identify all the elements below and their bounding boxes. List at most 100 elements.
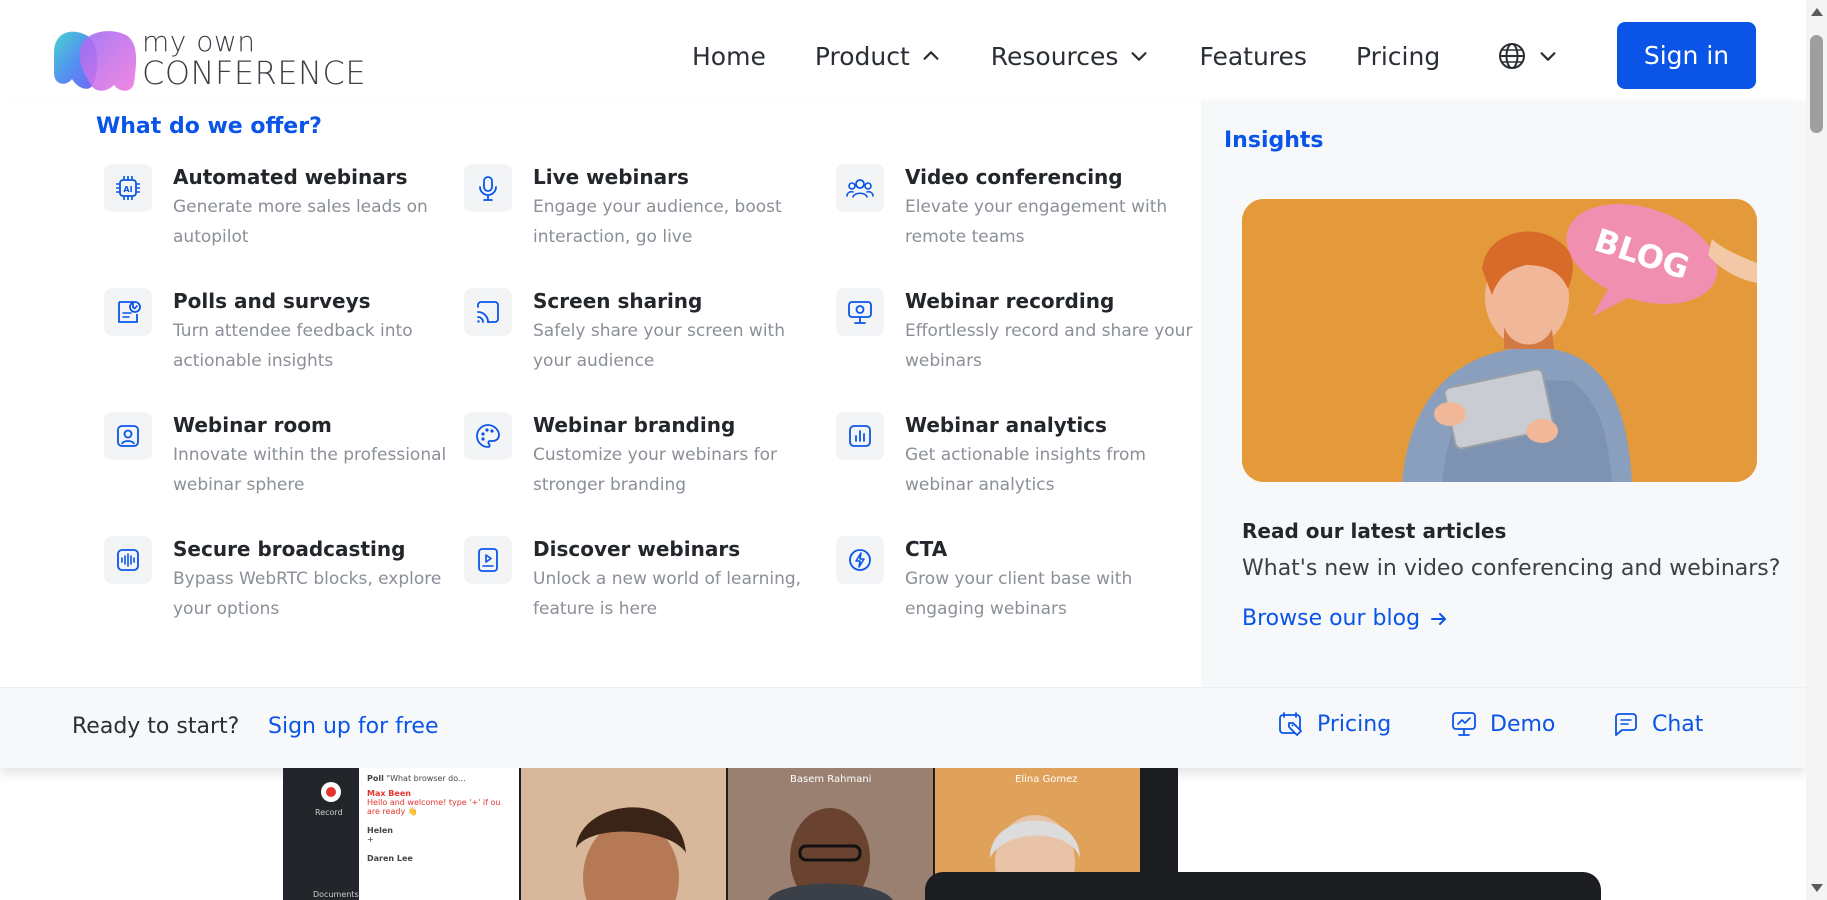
nav-features[interactable]: Features — [1199, 42, 1307, 71]
scroll-up-arrow-icon[interactable] — [1811, 8, 1823, 16]
record-icon — [321, 782, 341, 802]
scroll-thumb[interactable] — [1810, 35, 1823, 133]
video-tile: Basem Rahmani — [728, 768, 933, 900]
feature-title: Polls and surveys — [173, 289, 371, 313]
logo-mark-icon — [50, 23, 138, 93]
sign-up-link[interactable]: Sign up for free — [268, 714, 439, 739]
nav-product[interactable]: Product — [815, 42, 942, 71]
logo[interactable]: my own CONFERENCE — [50, 22, 370, 94]
poll-question: "What browser do... — [386, 774, 466, 783]
footer-pricing-link[interactable]: Pricing — [1277, 710, 1391, 738]
nav-home[interactable]: Home — [692, 42, 766, 71]
chat-name: Daren Lee — [367, 854, 413, 863]
feature-card[interactable]: CTA Grow your client base with engaging … — [836, 536, 1186, 636]
lightning-icon — [836, 536, 884, 584]
ready-text: Ready to start? — [72, 714, 240, 739]
footer-chat-link[interactable]: Chat — [1612, 710, 1703, 738]
feature-desc: Turn attendee feedback into actionable i… — [173, 321, 413, 371]
feature-desc: Safely share your screen with your audie… — [533, 321, 785, 371]
arrow-right-icon — [1431, 612, 1447, 625]
language-selector[interactable] — [1497, 41, 1559, 71]
footer-demo-link[interactable]: Demo — [1450, 710, 1555, 738]
feature-desc: Effortlessly record and share your webin… — [905, 321, 1193, 371]
site-header: my own CONFERENCE Home Product Resources… — [0, 0, 1806, 110]
feature-card[interactable]: Screen sharing Safely share your screen … — [464, 288, 814, 388]
feature-desc: Elevate your engagement with remote team… — [905, 197, 1168, 247]
nav-product-label: Product — [814, 41, 910, 71]
palette-icon — [464, 412, 512, 460]
nav-resources-label: Resources — [990, 41, 1119, 71]
insights-panel: Insights BLOG Read our latest articles W… — [1201, 100, 1806, 687]
feature-card[interactable]: Secure broadcasting Bypass WebRTC blocks… — [104, 536, 454, 636]
nav-resources[interactable]: Resources — [991, 42, 1151, 71]
feature-title: CTA — [905, 537, 948, 561]
documents-label: Documents — [313, 890, 359, 899]
feature-desc: Generate more sales leads on autopilot — [173, 197, 428, 247]
feature-desc: Get actionable insights from webinar ana… — [905, 445, 1146, 495]
chevron-down-icon — [1131, 52, 1147, 61]
analytics-icon — [836, 412, 884, 460]
globe-icon — [1499, 43, 1526, 69]
feature-card[interactable]: AI Automated webinars Generate more sale… — [104, 164, 454, 264]
feature-desc: Unlock a new world of learning, feature … — [533, 569, 802, 619]
sign-in-button[interactable]: Sign in — [1617, 22, 1756, 89]
main-nav: Home Product Resources Features Pricing — [692, 34, 1559, 78]
feature-card[interactable]: Webinar analytics Get actionable insight… — [836, 412, 1186, 512]
user-frame-icon — [104, 412, 152, 460]
page-scrollbar[interactable] — [1806, 0, 1827, 900]
feature-title: Webinar room — [173, 413, 332, 437]
feature-desc: Grow your client base with engaging webi… — [905, 569, 1133, 619]
feature-title: Screen sharing — [533, 289, 703, 313]
feature-card[interactable]: Polls and surveys Turn attendee feedback… — [104, 288, 454, 388]
record-monitor-icon — [836, 288, 884, 336]
participant-name: Elina Gomez — [1015, 774, 1078, 785]
feature-card[interactable]: Webinar branding Customize your webinars… — [464, 412, 814, 512]
feature-desc: Engage your audience, boost interaction,… — [533, 197, 782, 247]
play-card-icon — [464, 536, 512, 584]
cast-icon — [464, 288, 512, 336]
chat-text: Hello and welcome! type '+' if ou are re… — [367, 798, 501, 816]
feature-card[interactable]: Webinar room Innovate within the profess… — [104, 412, 454, 512]
feature-title: Secure broadcasting — [173, 537, 406, 561]
feature-card[interactable]: Discover webinars Unlock a new world of … — [464, 536, 814, 636]
feature-card[interactable]: Live webinars Engage your audience, boos… — [464, 164, 814, 264]
browse-blog-link[interactable]: Browse our blog — [1242, 606, 1448, 631]
feature-card[interactable]: Video conferencing Elevate your engageme… — [836, 164, 1186, 264]
participant-name: Basem Rahmani — [790, 774, 872, 785]
offer-title: What do we offer? — [96, 114, 322, 139]
dropdown-footer: Ready to start? Sign up for free Pricing… — [0, 687, 1806, 768]
footer-demo-label: Demo — [1490, 711, 1556, 737]
feature-desc: Innovate within the professional webinar… — [173, 445, 447, 495]
feature-desc: Customize your webinars for stronger bra… — [533, 445, 777, 495]
presentation-icon — [1452, 712, 1476, 736]
phone-mockup — [925, 872, 1601, 900]
chevron-up-icon — [923, 51, 939, 60]
ai-chip-icon: AI — [104, 164, 152, 212]
logo-line2: CONFERENCE — [142, 53, 367, 92]
poll-label: Poll — [367, 774, 384, 783]
feature-title: Live webinars — [533, 165, 689, 189]
scroll-down-arrow-icon[interactable] — [1811, 884, 1823, 892]
feature-title: Discover webinars — [533, 537, 741, 561]
read-title: Read our latest articles — [1242, 519, 1507, 543]
price-tag-icon — [1279, 712, 1302, 736]
broadcast-icon — [104, 536, 152, 584]
feature-title: Automated webinars — [173, 165, 408, 189]
video-tile — [521, 768, 726, 900]
preview-chat: Poll "What browser do... Max Been Hello … — [359, 768, 519, 900]
read-subtitle: What's new in video conferencing and web… — [1242, 556, 1781, 581]
chat-name: Max Been — [367, 789, 411, 798]
chat-text: + — [367, 835, 374, 844]
feature-card[interactable]: Webinar recording Effortlessly record an… — [836, 288, 1192, 388]
footer-chat-label: Chat — [1652, 711, 1704, 737]
record-label: Record — [315, 808, 343, 817]
feature-title: Webinar recording — [905, 289, 1115, 313]
blog-image[interactable]: BLOG — [1242, 199, 1757, 482]
microphone-icon — [464, 164, 512, 212]
feature-title: Webinar branding — [533, 413, 736, 437]
product-dropdown: What do we offer? AI Automated webinars … — [0, 100, 1806, 768]
feature-desc: Bypass WebRTC blocks, explore your optio… — [173, 569, 442, 619]
nav-pricing[interactable]: Pricing — [1356, 42, 1440, 71]
poll-icon — [104, 288, 152, 336]
svg-text:AI: AI — [123, 185, 132, 194]
